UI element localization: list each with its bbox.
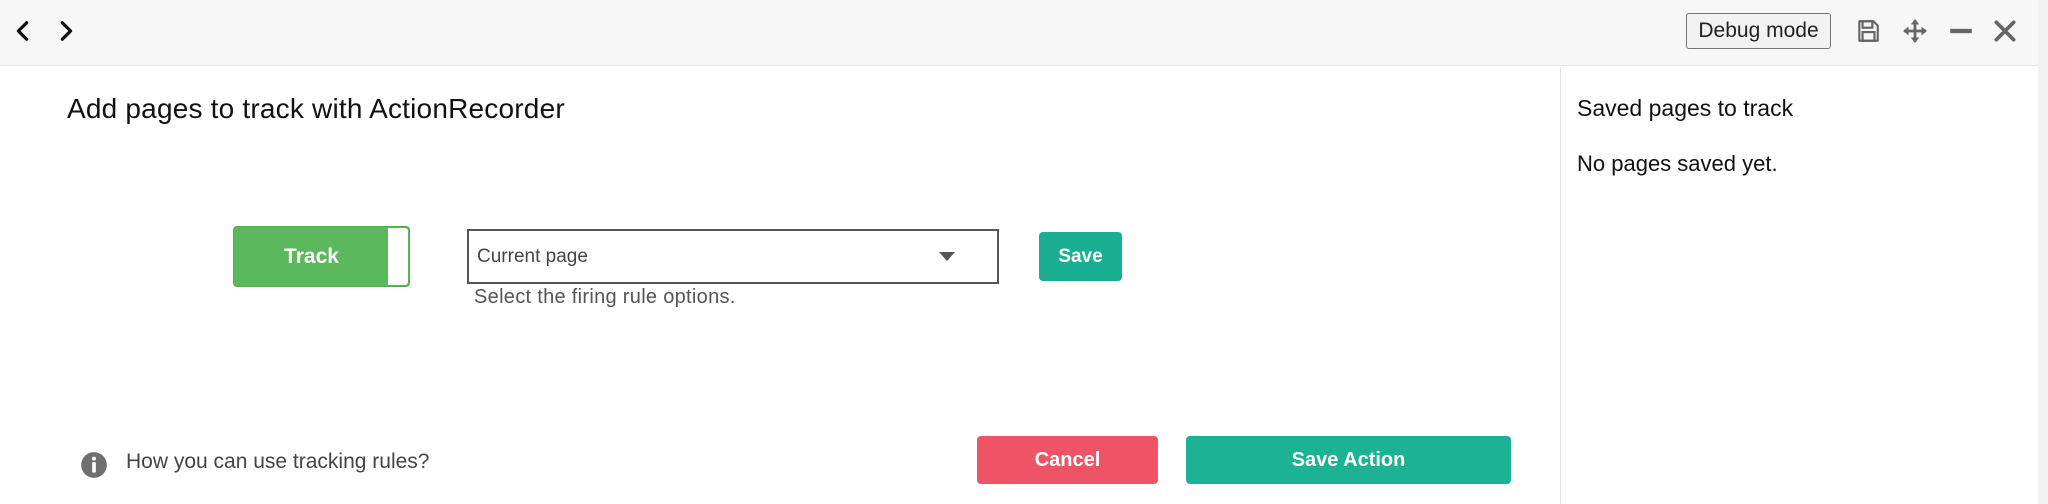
cancel-button[interactable]: Cancel — [977, 436, 1158, 484]
back-button[interactable] — [6, 14, 40, 48]
firing-rule-help-text: Select the firing rule options. — [474, 286, 736, 308]
saved-pages-empty-message: No pages saved yet. — [1577, 151, 1778, 176]
firing-rule-select-value: Current page — [477, 245, 588, 267]
saved-pages-title: Saved pages to track — [1577, 95, 1794, 121]
info-icon — [81, 452, 107, 478]
top-toolbar: Debug mode — [0, 0, 2048, 66]
move-icon-button[interactable] — [1900, 16, 1930, 46]
caret-down-icon — [939, 252, 955, 261]
saved-pages-panel: Saved pages to track No pages saved yet. — [1560, 67, 2038, 504]
minimize-button[interactable] — [1946, 16, 1976, 46]
toggle-knob — [388, 228, 408, 285]
firing-rule-select[interactable]: Current page — [467, 229, 999, 284]
close-button[interactable] — [1990, 16, 2020, 46]
debug-mode-button[interactable]: Debug mode — [1686, 13, 1831, 49]
chevron-left-icon — [16, 21, 29, 41]
track-toggle[interactable]: Track — [233, 226, 410, 287]
move-arrows-icon — [1903, 19, 1927, 43]
minus-icon — [1950, 28, 1972, 34]
page-title: Add pages to track with ActionRecorder — [67, 93, 565, 124]
scrollbar[interactable] — [2038, 0, 2048, 504]
save-icon-button[interactable] — [1853, 16, 1883, 46]
forward-button[interactable] — [49, 14, 83, 48]
save-button[interactable]: Save — [1039, 232, 1122, 281]
track-toggle-label: Track — [284, 244, 339, 268]
save-action-button[interactable]: Save Action — [1186, 436, 1511, 484]
close-icon — [1994, 20, 2016, 42]
chevron-right-icon — [60, 21, 73, 41]
floppy-disk-icon — [1858, 20, 1879, 42]
tracking-rules-help-link[interactable]: How you can use tracking rules? — [126, 450, 430, 474]
